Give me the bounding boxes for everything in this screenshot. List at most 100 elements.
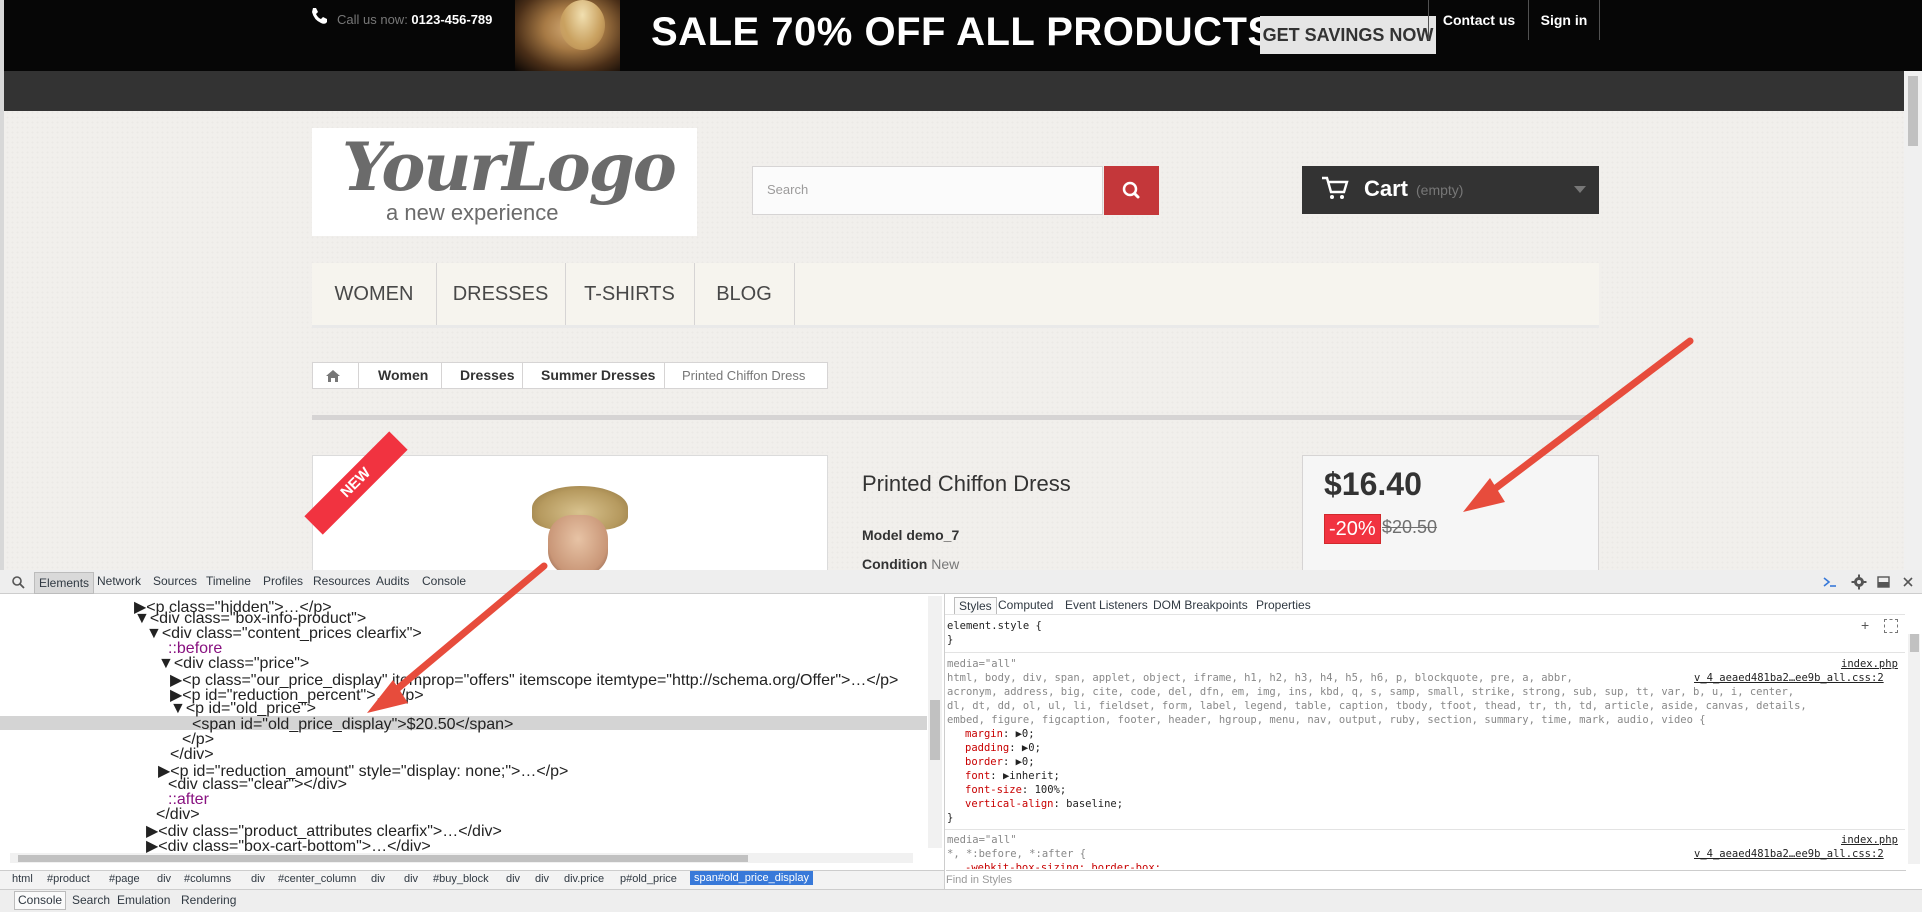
css-property[interactable]: -webkit-box-sizing: border-box; (965, 862, 1161, 869)
dom-crumb[interactable]: div.price (564, 873, 604, 885)
stylesheet-source-link[interactable]: index.php (1841, 658, 1898, 670)
rule-selector[interactable]: embed, figure, figcaption, footer, heade… (947, 714, 1706, 726)
search-button[interactable] (1104, 166, 1159, 215)
get-savings-button[interactable]: GET SAVINGS NOW (1260, 16, 1436, 54)
styles-scrollbar-thumb[interactable] (1910, 634, 1919, 652)
dom-crumb[interactable]: html (12, 873, 33, 885)
rule-selector[interactable]: acronym, address, big, cite, code, del, … (947, 686, 1794, 698)
tab-computed[interactable]: Computed (998, 598, 1053, 612)
breadcrumb-home[interactable] (318, 362, 348, 389)
tab-elements[interactable]: Elements (34, 572, 95, 594)
phone-icon (312, 8, 327, 24)
add-rule-icon[interactable]: + (1861, 617, 1877, 633)
show-drawer-icon[interactable] (1822, 574, 1838, 590)
inspect-search-icon[interactable] (10, 574, 26, 590)
dom-crumb[interactable]: div (506, 873, 520, 885)
devtools-drawer-tabs (0, 889, 1922, 912)
css-property[interactable]: font-size: 100%; (965, 784, 1066, 796)
element-style-selector[interactable]: element.style { (947, 620, 1042, 632)
media-label: media="all" (947, 658, 1017, 670)
banner-model-hair (560, 0, 605, 50)
gear-icon[interactable] (1851, 574, 1867, 590)
styles-divider (945, 829, 1905, 830)
home-icon (326, 370, 340, 382)
tab-properties[interactable]: Properties (1256, 598, 1311, 612)
sign-in-link[interactable]: Sign in (1528, 0, 1600, 40)
drawer-tab-console[interactable]: Console (14, 891, 67, 910)
tab-timeline[interactable]: Timeline (206, 574, 251, 588)
dom-crumb[interactable]: div (404, 873, 418, 885)
dom-crumb-active[interactable]: span#old_price_display (690, 871, 813, 885)
dom-crumb[interactable]: div (371, 873, 385, 885)
styles-sidebar (944, 594, 1922, 890)
css-property[interactable]: border: ▶0; (965, 756, 1035, 768)
breadcrumb-women[interactable]: Women (378, 362, 428, 389)
dom-crumb[interactable]: #buy_block (433, 873, 489, 885)
dom-scrollbar-thumb[interactable] (930, 700, 940, 760)
page-scrollbar-thumb[interactable] (1908, 76, 1918, 146)
css-property[interactable]: margin: ▶0; (965, 728, 1035, 740)
rule-selector[interactable]: html, body, div, span, applet, object, i… (947, 672, 1573, 684)
breadcrumb-divider (664, 362, 665, 389)
call-us-label: Call us now: (337, 12, 412, 27)
rule-selector[interactable]: *, *:before, *:after { (947, 848, 1086, 860)
content-divider (312, 415, 1599, 420)
tab-styles[interactable]: Styles (954, 597, 997, 615)
drawer-tab-rendering[interactable]: Rendering (181, 893, 236, 907)
css-property-name: margin (965, 728, 1003, 740)
dom-crumb[interactable]: div (157, 873, 171, 885)
menu-item-blog[interactable]: BLOG (694, 263, 795, 325)
chevron-down-icon[interactable] (1574, 186, 1586, 193)
breadcrumb-summer-dresses[interactable]: Summer Dresses (541, 362, 655, 389)
product-model-face (548, 515, 608, 575)
breadcrumb-divider (441, 362, 442, 389)
banner-headline: SALE 70% OFF ALL PRODUCTS (651, 10, 1275, 54)
dom-crumb[interactable]: div (535, 873, 549, 885)
dom-crumb[interactable]: #columns (184, 873, 231, 885)
rule-selector[interactable]: dl, dt, dd, ol, ul, li, fieldset, form, … (947, 700, 1807, 712)
css-property[interactable]: font: ▶inherit; (965, 770, 1060, 782)
styles-scrollbar[interactable] (1908, 634, 1920, 864)
dom-crumb[interactable]: #product (47, 873, 90, 885)
cart-label: Cart (1364, 176, 1409, 201)
tab-dom-breakpoints[interactable]: DOM Breakpoints (1153, 598, 1248, 612)
drawer-tab-emulation[interactable]: Emulation (117, 893, 170, 907)
find-in-styles-input[interactable]: Find in Styles (946, 870, 1906, 889)
dom-node-selected[interactable]: <span id="old_price_display">$20.50</spa… (192, 716, 513, 734)
find-in-styles-placeholder: Find in Styles (946, 874, 1013, 886)
menu-item-dresses[interactable]: DRESSES (436, 263, 566, 325)
css-property[interactable]: vertical-align: baseline; (965, 798, 1123, 810)
menu-item-tshirts[interactable]: T-SHIRTS (565, 263, 695, 325)
dom-hscrollbar-thumb[interactable] (18, 855, 748, 862)
css-property-value: ▶0; (1015, 728, 1035, 740)
tab-audits[interactable]: Audits (376, 574, 409, 588)
css-property-name: font (965, 770, 991, 782)
drawer-tab-search[interactable]: Search (72, 893, 110, 907)
css-property-name: font-size (965, 784, 1022, 796)
menu-item-women[interactable]: WOMEN (312, 263, 437, 325)
tab-network[interactable]: Network (97, 574, 141, 588)
stylesheet-source-link[interactable]: index.php (1841, 834, 1898, 846)
element-state-icon[interactable] (1884, 619, 1898, 633)
tab-event-listeners[interactable]: Event Listeners (1065, 598, 1148, 612)
css-property[interactable]: padding: ▶0; (965, 742, 1041, 754)
css-property-value: ▶0; (1021, 742, 1041, 754)
dom-crumb[interactable]: div (251, 873, 265, 885)
dock-icon[interactable] (1876, 574, 1892, 590)
tab-sources[interactable]: Sources (153, 574, 197, 588)
reduction-percent-badge: -20% (1324, 514, 1381, 544)
dom-crumb[interactable]: #page (109, 873, 140, 885)
css-property-value: ▶inherit; (1002, 770, 1060, 782)
dom-crumb[interactable]: #center_column (278, 873, 356, 885)
logo-text: YourLogo (342, 128, 677, 206)
dom-crumb[interactable]: p#old_price (620, 873, 677, 885)
tab-profiles[interactable]: Profiles (263, 574, 303, 588)
contact-us-link[interactable]: Contact us (1428, 0, 1529, 40)
stylesheet-file-link[interactable]: v_4_aeaed481ba2…ee9b_all.css:2 (1694, 672, 1884, 684)
breadcrumb-dresses[interactable]: Dresses (460, 362, 515, 389)
close-icon[interactable] (1900, 574, 1916, 590)
tab-resources[interactable]: Resources (313, 574, 370, 588)
tab-console[interactable]: Console (422, 574, 466, 588)
stylesheet-file-link[interactable]: v_4_aeaed481ba2…ee9b_all.css:2 (1694, 848, 1884, 860)
css-property-name: vertical-align (965, 798, 1054, 810)
